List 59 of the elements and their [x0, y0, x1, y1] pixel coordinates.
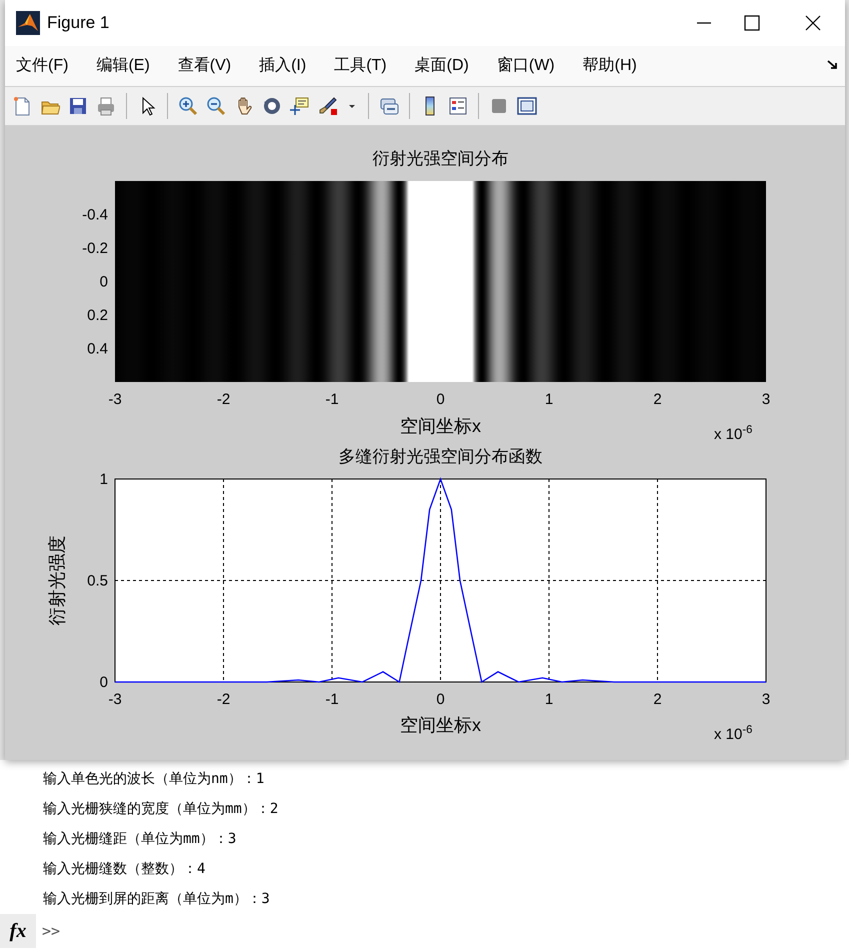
output-line: 输入光栅缝数（整数）：4 — [43, 860, 206, 878]
output-line: 输入光栅到屏的距离（单位为m）：3 — [43, 890, 270, 908]
function-button[interactable]: fx — [0, 914, 36, 948]
tick-label: -1 — [325, 691, 339, 708]
tick-label: 3 — [762, 691, 770, 708]
command-prompt[interactable]: >> — [42, 920, 60, 942]
logo-icon — [16, 11, 40, 35]
output-line: 输入光栅狭缝的宽度（单位为mm）：2 — [43, 800, 278, 818]
tick-label: 2 — [653, 691, 662, 708]
tick-label: 0 — [436, 391, 445, 408]
printer-icon[interactable] — [96, 96, 116, 116]
plot-title: 衍射光强空间分布 — [372, 149, 508, 168]
menu-item[interactable]: 查看(V) — [172, 54, 236, 78]
menu-item[interactable]: 帮助(H) — [578, 54, 642, 78]
new-file-icon[interactable] — [12, 96, 32, 116]
tick-label: 0 — [100, 274, 108, 290]
legend-icon[interactable] — [448, 96, 468, 116]
panel-icon[interactable] — [517, 96, 537, 116]
dock-arrow-icon[interactable] — [827, 59, 839, 71]
axis-exponent: x 10$^{-6}$ — [714, 724, 752, 745]
axis-exponent: x 10$^{-6}$ — [714, 424, 752, 445]
tick-label: 0.4 — [87, 340, 108, 358]
tick-label: -0.2 — [82, 240, 108, 257]
output-line: 输入光栅缝距（单位为mm）：3 — [43, 830, 236, 848]
output-line: 输入单色光的波长（单位为nm）：1 — [43, 770, 264, 788]
tick-label: 0.5 — [87, 572, 108, 590]
tick-label: -2 — [216, 691, 230, 708]
menu-item[interactable]: 桌面(D) — [410, 54, 474, 78]
tick-label: 3 — [762, 391, 770, 408]
window-title: Figure 1 — [47, 12, 110, 34]
tick-label: 0 — [436, 691, 445, 708]
axis-label: 空间坐标x — [400, 715, 481, 735]
plot-title: 多缝衍射光强空间分布函数 — [338, 447, 542, 466]
brush-icon[interactable] — [318, 96, 338, 116]
tick-label: -3 — [108, 391, 122, 408]
tick-label: 0.2 — [87, 307, 108, 324]
tick-label: 1 — [544, 391, 554, 408]
menu-item[interactable]: 编辑(E) — [91, 54, 155, 78]
tick-label: 1 — [100, 471, 108, 488]
save-icon[interactable] — [68, 96, 88, 116]
tick-label: -2 — [216, 391, 230, 408]
data-cursor-icon[interactable] — [290, 96, 310, 116]
axis-label: 空间坐标x — [400, 416, 481, 436]
tick-label: 0 — [100, 674, 108, 691]
tick-label: -3 — [108, 691, 122, 708]
square-icon[interactable] — [489, 96, 509, 116]
tick-label: 2 — [653, 391, 662, 408]
menu-item[interactable]: 工具(T) — [329, 54, 392, 78]
close-icon[interactable] — [805, 15, 821, 31]
tick-label: -0.4 — [82, 206, 108, 224]
tick-label: -1 — [325, 391, 339, 408]
maximize-icon[interactable] — [744, 15, 760, 31]
zoom-in-icon[interactable] — [178, 96, 198, 116]
menu-item[interactable]: 窗口(W) — [492, 54, 560, 78]
menu-item[interactable]: 文件(F) — [11, 54, 74, 78]
axis-label: 衍射光强度 — [47, 536, 67, 626]
tick-label: 1 — [544, 691, 554, 708]
zoom-out-icon[interactable] — [206, 96, 226, 116]
menu-item[interactable]: 插入(I) — [254, 54, 312, 78]
